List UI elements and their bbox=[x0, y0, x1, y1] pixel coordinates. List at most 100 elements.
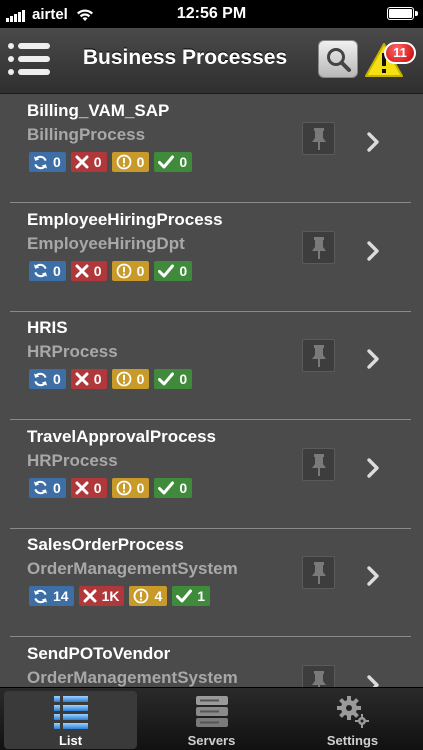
tab-bar: List Servers Settings bbox=[0, 687, 423, 750]
status-bar: airtel 12:56 PM bbox=[0, 0, 423, 28]
check-icon bbox=[158, 372, 175, 386]
pin-button[interactable] bbox=[302, 556, 335, 589]
completed-count-badge: 0 bbox=[154, 260, 193, 281]
process-group: HRProcess bbox=[27, 342, 118, 361]
refresh-icon bbox=[33, 372, 48, 386]
check-icon bbox=[176, 589, 193, 603]
failed-count-badge: 0 bbox=[70, 152, 107, 172]
close-icon bbox=[75, 155, 89, 169]
list-item[interactable]: TravelApprovalProcess HRProcess 0 0 0 0 bbox=[0, 421, 423, 529]
tab-settings[interactable]: Settings bbox=[282, 688, 423, 750]
chevron-right-icon[interactable] bbox=[366, 348, 380, 370]
failed-count: 0 bbox=[93, 262, 102, 279]
settings-icon bbox=[337, 696, 369, 728]
running-count: 0 bbox=[53, 479, 61, 496]
running-count: 0 bbox=[53, 154, 61, 170]
menu-icon[interactable] bbox=[8, 41, 52, 77]
status-badges: 0 0 0 0 bbox=[29, 260, 197, 281]
status-badges: 0 0 0 0 bbox=[29, 477, 197, 498]
alerts-button[interactable]: 11 bbox=[362, 36, 420, 82]
list-item[interactable]: Billing_VAM_SAP BillingProcess 0 0 0 0 bbox=[0, 95, 423, 203]
warning-count: 4 bbox=[154, 588, 163, 604]
running-count-badge: 0 bbox=[29, 477, 66, 498]
pin-icon bbox=[312, 453, 326, 476]
process-list[interactable]: Billing_VAM_SAP BillingProcess 0 0 0 0 Employe… bbox=[0, 95, 423, 687]
pin-button[interactable] bbox=[302, 339, 335, 372]
pin-button[interactable] bbox=[302, 122, 335, 155]
chevron-right-icon[interactable] bbox=[366, 565, 380, 587]
completed-count: 0 bbox=[179, 479, 188, 496]
close-icon bbox=[75, 372, 89, 386]
list-icon bbox=[54, 696, 88, 729]
completed-count: 1 bbox=[197, 588, 206, 604]
check-icon bbox=[158, 155, 175, 169]
running-count-badge: 14 bbox=[29, 586, 74, 606]
tab-servers[interactable]: Servers bbox=[141, 688, 282, 750]
tab-list[interactable]: List bbox=[0, 688, 141, 750]
process-group: EmployeeHiringDpt bbox=[27, 233, 185, 253]
process-name: TravelApprovalProcess bbox=[27, 426, 216, 446]
warning-count: 0 bbox=[136, 262, 145, 279]
close-icon bbox=[83, 589, 97, 603]
process-group: OrderManagementSystem bbox=[27, 559, 238, 578]
running-count: 14 bbox=[53, 588, 69, 604]
list-item[interactable]: SendPOToVendorOrderManagementSystem0000 bbox=[0, 638, 423, 688]
alert-circle-icon bbox=[116, 480, 131, 495]
warning-count-badge: 0 bbox=[111, 152, 150, 172]
running-count-badge: 0 bbox=[29, 369, 66, 389]
list-item[interactable]: HRIS HRProcess 0 0 0 0 bbox=[0, 312, 423, 420]
completed-count: 0 bbox=[179, 262, 188, 279]
refresh-icon bbox=[33, 263, 48, 278]
pin-button[interactable] bbox=[302, 447, 335, 481]
warning-count: 0 bbox=[136, 154, 145, 170]
failed-count-badge: 0 bbox=[70, 369, 107, 389]
chevron-right-icon[interactable] bbox=[366, 131, 380, 153]
alert-circle-icon bbox=[116, 371, 131, 387]
pin-button[interactable] bbox=[302, 664, 335, 687]
pin-icon bbox=[312, 345, 326, 367]
running-count-badge: 0 bbox=[29, 260, 66, 281]
warning-count-badge: 0 bbox=[111, 369, 150, 389]
status-badges: 14 1K 4 1 bbox=[29, 586, 215, 606]
process-name: SendPOToVendor bbox=[27, 643, 171, 663]
running-count: 0 bbox=[53, 371, 61, 387]
close-icon bbox=[75, 264, 89, 277]
completed-count-badge: 0 bbox=[154, 152, 193, 172]
tab-list-label: List bbox=[58, 733, 83, 748]
completed-count-badge: 0 bbox=[154, 477, 193, 498]
chevron-right-icon[interactable] bbox=[366, 240, 380, 262]
list-item[interactable]: SalesOrderProcess OrderManagementSystem 14… bbox=[0, 529, 423, 637]
pin-icon bbox=[312, 670, 326, 687]
running-count-badge: 0 bbox=[29, 152, 66, 172]
pin-icon bbox=[312, 236, 326, 259]
process-group: HRProcess bbox=[27, 450, 118, 470]
pin-icon bbox=[312, 128, 326, 150]
close-icon bbox=[75, 481, 89, 494]
failed-count: 1K bbox=[101, 588, 120, 604]
failed-count-badge: 1K bbox=[78, 586, 125, 606]
refresh-icon bbox=[33, 589, 48, 603]
warning-count: 0 bbox=[136, 479, 145, 496]
warning-count: 0 bbox=[136, 371, 145, 387]
failed-count: 0 bbox=[93, 371, 102, 387]
process-name: EmployeeHiringProcess bbox=[27, 209, 223, 229]
alert-circle-icon bbox=[116, 263, 131, 278]
warning-count-badge: 0 bbox=[111, 477, 150, 498]
chevron-right-icon[interactable] bbox=[366, 674, 380, 688]
failed-count: 0 bbox=[93, 479, 102, 496]
process-name: HRIS bbox=[27, 318, 68, 337]
nav-header: Business Processes 11 bbox=[0, 28, 423, 94]
alert-circle-icon bbox=[116, 154, 131, 170]
chevron-right-icon[interactable] bbox=[366, 457, 380, 479]
completed-count-badge: 1 bbox=[172, 586, 211, 606]
completed-count: 0 bbox=[179, 154, 188, 170]
process-name: SalesOrderProcess bbox=[27, 535, 184, 554]
failed-count: 0 bbox=[93, 154, 102, 170]
status-time: 12:56 PM bbox=[176, 5, 247, 22]
pin-icon bbox=[312, 562, 326, 584]
completed-count: 0 bbox=[179, 371, 188, 387]
pin-button[interactable] bbox=[302, 230, 335, 264]
search-button[interactable] bbox=[318, 40, 358, 78]
process-group: BillingProcess bbox=[27, 125, 146, 144]
list-item[interactable]: EmployeeHiringProcess EmployeeHiringDpt 0 0… bbox=[0, 204, 423, 312]
